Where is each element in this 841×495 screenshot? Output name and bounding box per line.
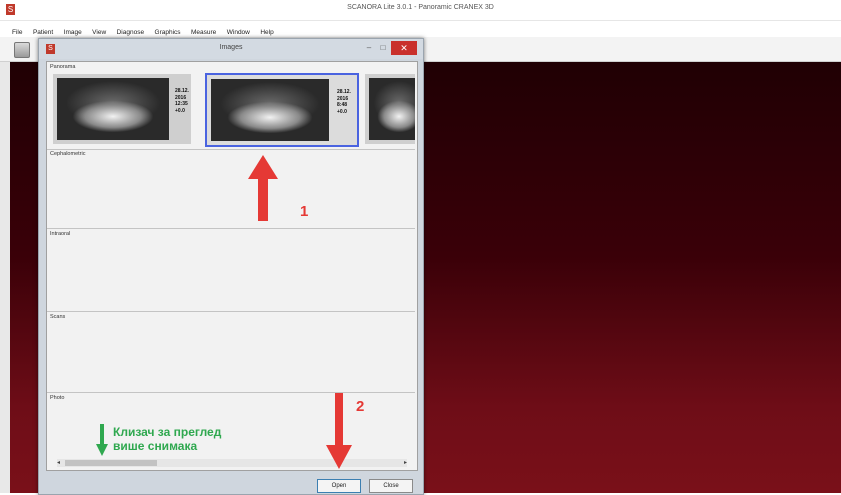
open-patient-icon[interactable] [14, 42, 30, 58]
panorama-thumbnail[interactable]: 28.12. 2016 12:35 +0.0 [53, 74, 191, 144]
close-icon[interactable]: ✕ [391, 41, 417, 55]
xray-image [369, 78, 415, 140]
section-label-intraoral: Intraoral [50, 231, 71, 237]
panorama-thumbnail-partial[interactable] [365, 74, 415, 144]
up-arrow-icon [248, 155, 278, 221]
menu-bar: File Patient Image View Diagnose Graphic… [0, 21, 841, 37]
maximize-icon[interactable]: □ [377, 43, 389, 53]
section-intraoral: Intraoral [47, 229, 415, 312]
minimize-icon[interactable]: – [363, 43, 375, 53]
section-label-scans: Scans [50, 314, 66, 320]
horizontal-scrollbar[interactable]: ◂ ▸ [57, 459, 407, 467]
section-scans: Scans [47, 312, 415, 393]
down-arrow-green-icon [96, 424, 108, 456]
scroll-left-icon[interactable]: ◂ [57, 459, 60, 467]
section-cephalometric: Cephalometric [47, 149, 415, 229]
panorama-thumbnail-selected[interactable]: 28.12. 2016 8:48 +0.0 [205, 73, 359, 147]
section-label-cephalometric: Cephalometric [50, 151, 86, 157]
window-title: SCANORA Lite 3.0.1 - Panoramic CRANEX 3D [347, 4, 494, 11]
step-number-2: 2 [356, 398, 365, 415]
step-number-1: 1 [300, 203, 309, 220]
left-panel-strip [0, 62, 10, 493]
thumbnail-meta: 28.12. 2016 12:35 +0.0 [175, 88, 189, 114]
xray-image [57, 78, 169, 140]
slider-note: Клизач за преглед више снимака [113, 425, 221, 453]
scroll-thumb[interactable] [65, 460, 157, 466]
section-label-panorama: Panorama [50, 64, 76, 70]
thumbnail-meta: 28.12. 2016 8:48 +0.0 [337, 89, 351, 115]
scroll-right-icon[interactable]: ▸ [404, 459, 407, 467]
dialog-titlebar: S Images – □ ✕ [39, 39, 423, 59]
slider-note-line1: Клизач за преглед [113, 425, 222, 439]
section-label-photo: Photo [50, 395, 65, 401]
close-button[interactable]: Close [369, 479, 413, 493]
down-arrow-icon [326, 393, 352, 469]
app-titlebar: S SCANORA Lite 3.0.1 - Panoramic CRANEX … [0, 0, 841, 21]
slider-note-line2: више снимака [113, 439, 198, 453]
xray-image [211, 79, 329, 141]
section-panorama: Panorama 28.12. 2016 12:35 +0.0 28.12. 2… [47, 62, 415, 150]
open-button[interactable]: Open [317, 479, 361, 493]
